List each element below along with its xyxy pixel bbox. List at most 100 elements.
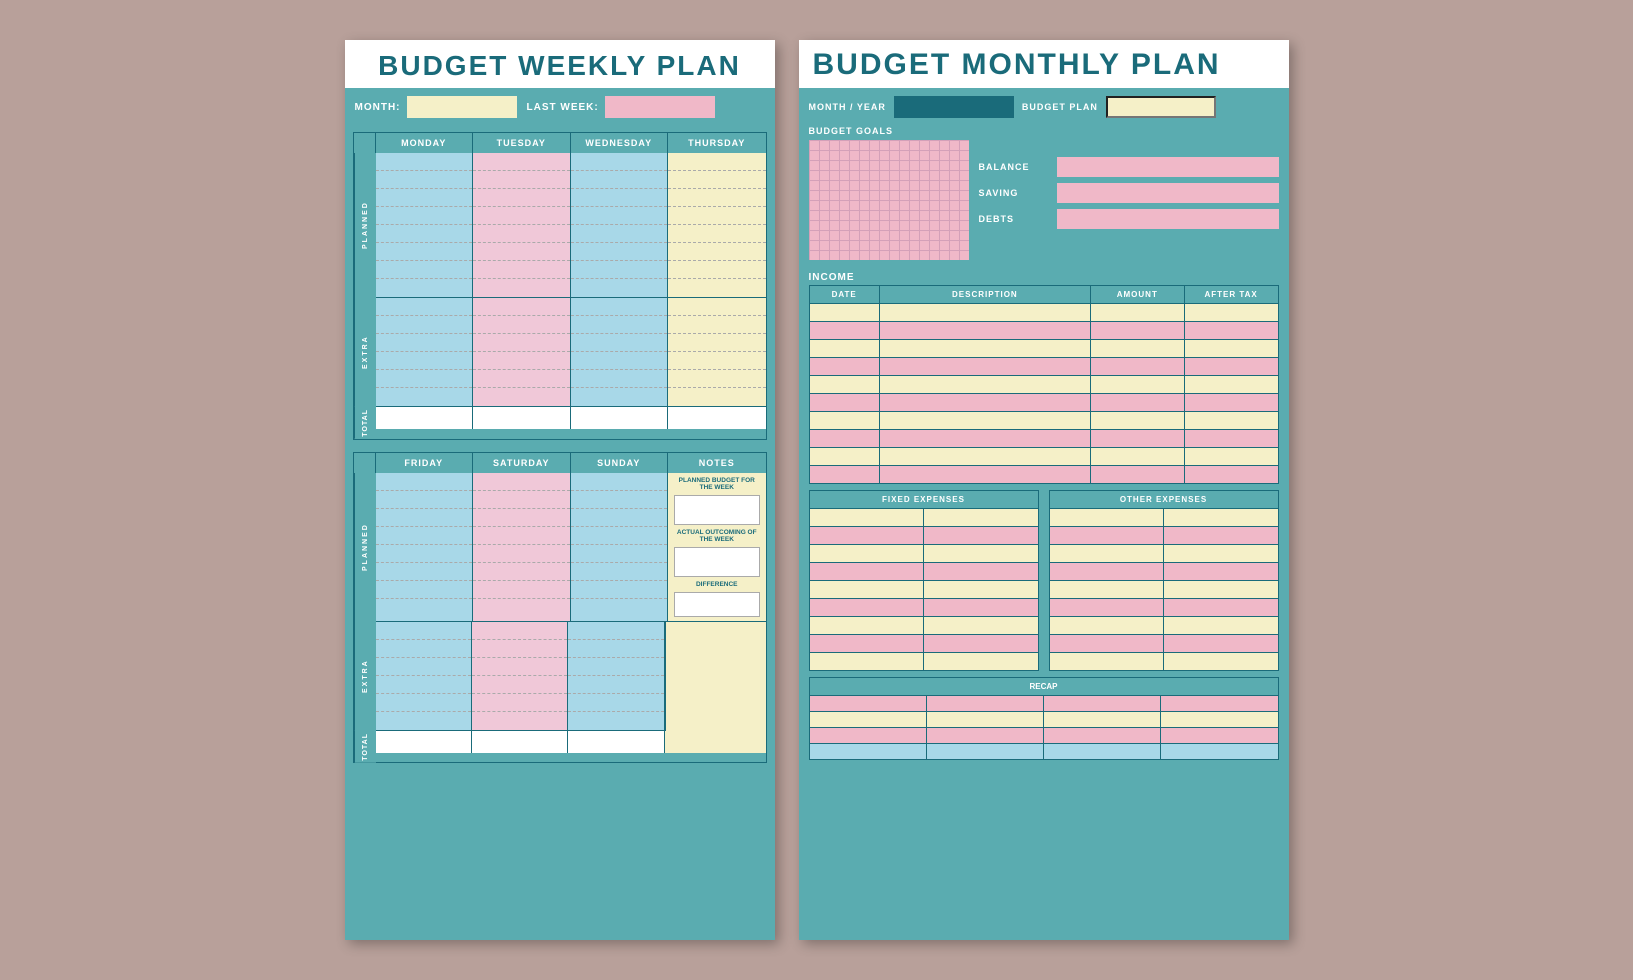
debts-input[interactable]: [1057, 209, 1279, 229]
income-row-10: [809, 466, 1278, 484]
balance-row: BALANCE: [979, 157, 1279, 177]
bottom-extra-section: EXTRA: [353, 622, 767, 731]
day-wednesday: WEDNESDAY: [571, 133, 669, 153]
income-row-6: [809, 394, 1278, 412]
col-date: DATE: [809, 286, 879, 304]
fixed-row-1: [809, 509, 1038, 527]
fixed-expenses-section: FIXED EXPENSES: [809, 490, 1039, 671]
income-row-9: [809, 448, 1278, 466]
income-row-4: [809, 358, 1278, 376]
income-row-8: [809, 430, 1278, 448]
balance-input[interactable]: [1057, 157, 1279, 177]
fri-planned-col: [376, 473, 474, 622]
recap-label: RECAP: [809, 678, 1278, 696]
top-planned-section: PLANNED: [353, 153, 767, 298]
last-week-input[interactable]: [605, 96, 715, 118]
thu-extra-col: [668, 298, 766, 407]
sat-total: [472, 731, 568, 753]
sun-planned-col: [571, 473, 669, 622]
summary-fields: BALANCE SAVING DEBTS: [979, 126, 1279, 260]
fixed-row-8: [809, 635, 1038, 653]
tue-planned-col: [473, 153, 571, 298]
other-expenses-table: OTHER EXPENSES: [1049, 490, 1279, 671]
balance-label: BALANCE: [979, 162, 1049, 172]
other-row-7: [1049, 617, 1278, 635]
saving-label: SAVING: [979, 188, 1049, 198]
day-saturday: SATURDAY: [473, 453, 571, 473]
recap-row-1: [809, 696, 1278, 712]
fixed-header: FIXED EXPENSES: [809, 491, 1038, 509]
bottom-total-row: TOTAL: [353, 731, 767, 764]
tue-total: [473, 407, 571, 429]
notes-total: [665, 731, 766, 753]
budget-goals-grid: [809, 140, 969, 260]
budget-goals-label: BUDGET GOALS: [809, 126, 969, 136]
col-after-tax: AFTER TAX: [1184, 286, 1278, 304]
sat-extra-col: [472, 622, 568, 731]
total-label-top: TOTAL: [354, 407, 376, 439]
budget-plan-input[interactable]: [1106, 96, 1216, 118]
recap-section: RECAP: [799, 677, 1289, 768]
month-year-input[interactable]: [894, 96, 1014, 118]
day-monday: MONDAY: [376, 133, 474, 153]
other-row-8: [1049, 635, 1278, 653]
day-friday: FRIDAY: [376, 453, 474, 473]
fixed-row-4: [809, 563, 1038, 581]
day-tuesday: TUESDAY: [473, 133, 571, 153]
monthly-header: BUDGET MONTHLY PLAN: [799, 40, 1289, 88]
other-row-2: [1049, 527, 1278, 545]
top-days-header: MONDAY TUESDAY WEDNESDAY THURSDAY: [353, 132, 767, 153]
wed-total: [571, 407, 669, 429]
monthly-top: MONTH / YEAR BUDGET PLAN BUDGET GOALS BA…: [799, 88, 1289, 268]
other-row-1: [1049, 509, 1278, 527]
saving-input[interactable]: [1057, 183, 1279, 203]
total-label-bottom: TOTAL: [354, 731, 376, 763]
weekly-meta: MONTH: LAST WEEK:: [345, 88, 775, 126]
day-sunday: SUNDAY: [571, 453, 669, 473]
top-extra-section: EXTRA: [353, 298, 767, 407]
top-week-section: MONDAY TUESDAY WEDNESDAY THURSDAY PLANNE…: [345, 126, 775, 446]
fri-extra-col: [376, 622, 472, 731]
bottom-days-header: FRIDAY SATURDAY SUNDAY NOTES: [353, 452, 767, 473]
other-expenses-section: OTHER EXPENSES: [1049, 490, 1279, 671]
notes-planned-section: PLANNED BUDGET FOR THE WEEK ACTUAL OUTCO…: [668, 473, 766, 622]
planned-label-bottom: PLANNED: [354, 473, 376, 622]
fixed-row-6: [809, 599, 1038, 617]
wed-planned-col: [571, 153, 669, 298]
difference-label: DIFFERENCE: [674, 581, 760, 588]
month-input[interactable]: [407, 96, 517, 118]
saving-row: SAVING: [979, 183, 1279, 203]
col-description: DESCRIPTION: [879, 286, 1090, 304]
other-row-5: [1049, 581, 1278, 599]
thu-total: [668, 407, 766, 429]
other-row-9: [1049, 653, 1278, 671]
planned-label-top: PLANNED: [354, 153, 376, 298]
wed-extra-col: [571, 298, 669, 407]
sun-extra-col: [568, 622, 664, 731]
recap-row-2: [809, 712, 1278, 728]
fixed-row-3: [809, 545, 1038, 563]
top-row-1: MONTH / YEAR BUDGET PLAN: [809, 96, 1279, 118]
goals-summary-row: BUDGET GOALS BALANCE SAVING DEBTS: [809, 126, 1279, 260]
income-section: INCOME DATE DESCRIPTION AMOUNT AFTER TAX: [799, 268, 1289, 490]
notes-extra: [665, 622, 766, 731]
last-week-field: LAST WEEK:: [527, 96, 715, 118]
actual-outcoming-label: ACTUAL OUTCOMING OF THE WEEK: [674, 529, 760, 543]
weekly-title: BUDGET WEEKLY PLAN: [359, 50, 761, 82]
bottom-week-section: FRIDAY SATURDAY SUNDAY NOTES PLANNED: [345, 446, 775, 770]
debts-row: DEBTS: [979, 209, 1279, 229]
month-field: MONTH:: [355, 96, 517, 118]
fixed-row-5: [809, 581, 1038, 599]
recap-header: RECAP: [809, 678, 1278, 696]
other-row-3: [1049, 545, 1278, 563]
day-notes: NOTES: [668, 453, 766, 473]
income-title: INCOME: [809, 268, 1279, 285]
income-row-7: [809, 412, 1278, 430]
monthly-title: BUDGET MONTHLY PLAN: [813, 48, 1275, 82]
income-row-3: [809, 340, 1278, 358]
thu-planned-col: [668, 153, 766, 298]
fixed-expenses-label: FIXED EXPENSES: [809, 491, 1038, 509]
weekly-plan: BUDGET WEEKLY PLAN MONTH: LAST WEEK: MON…: [345, 40, 775, 940]
col-amount: AMOUNT: [1090, 286, 1184, 304]
mon-total: [376, 407, 474, 429]
